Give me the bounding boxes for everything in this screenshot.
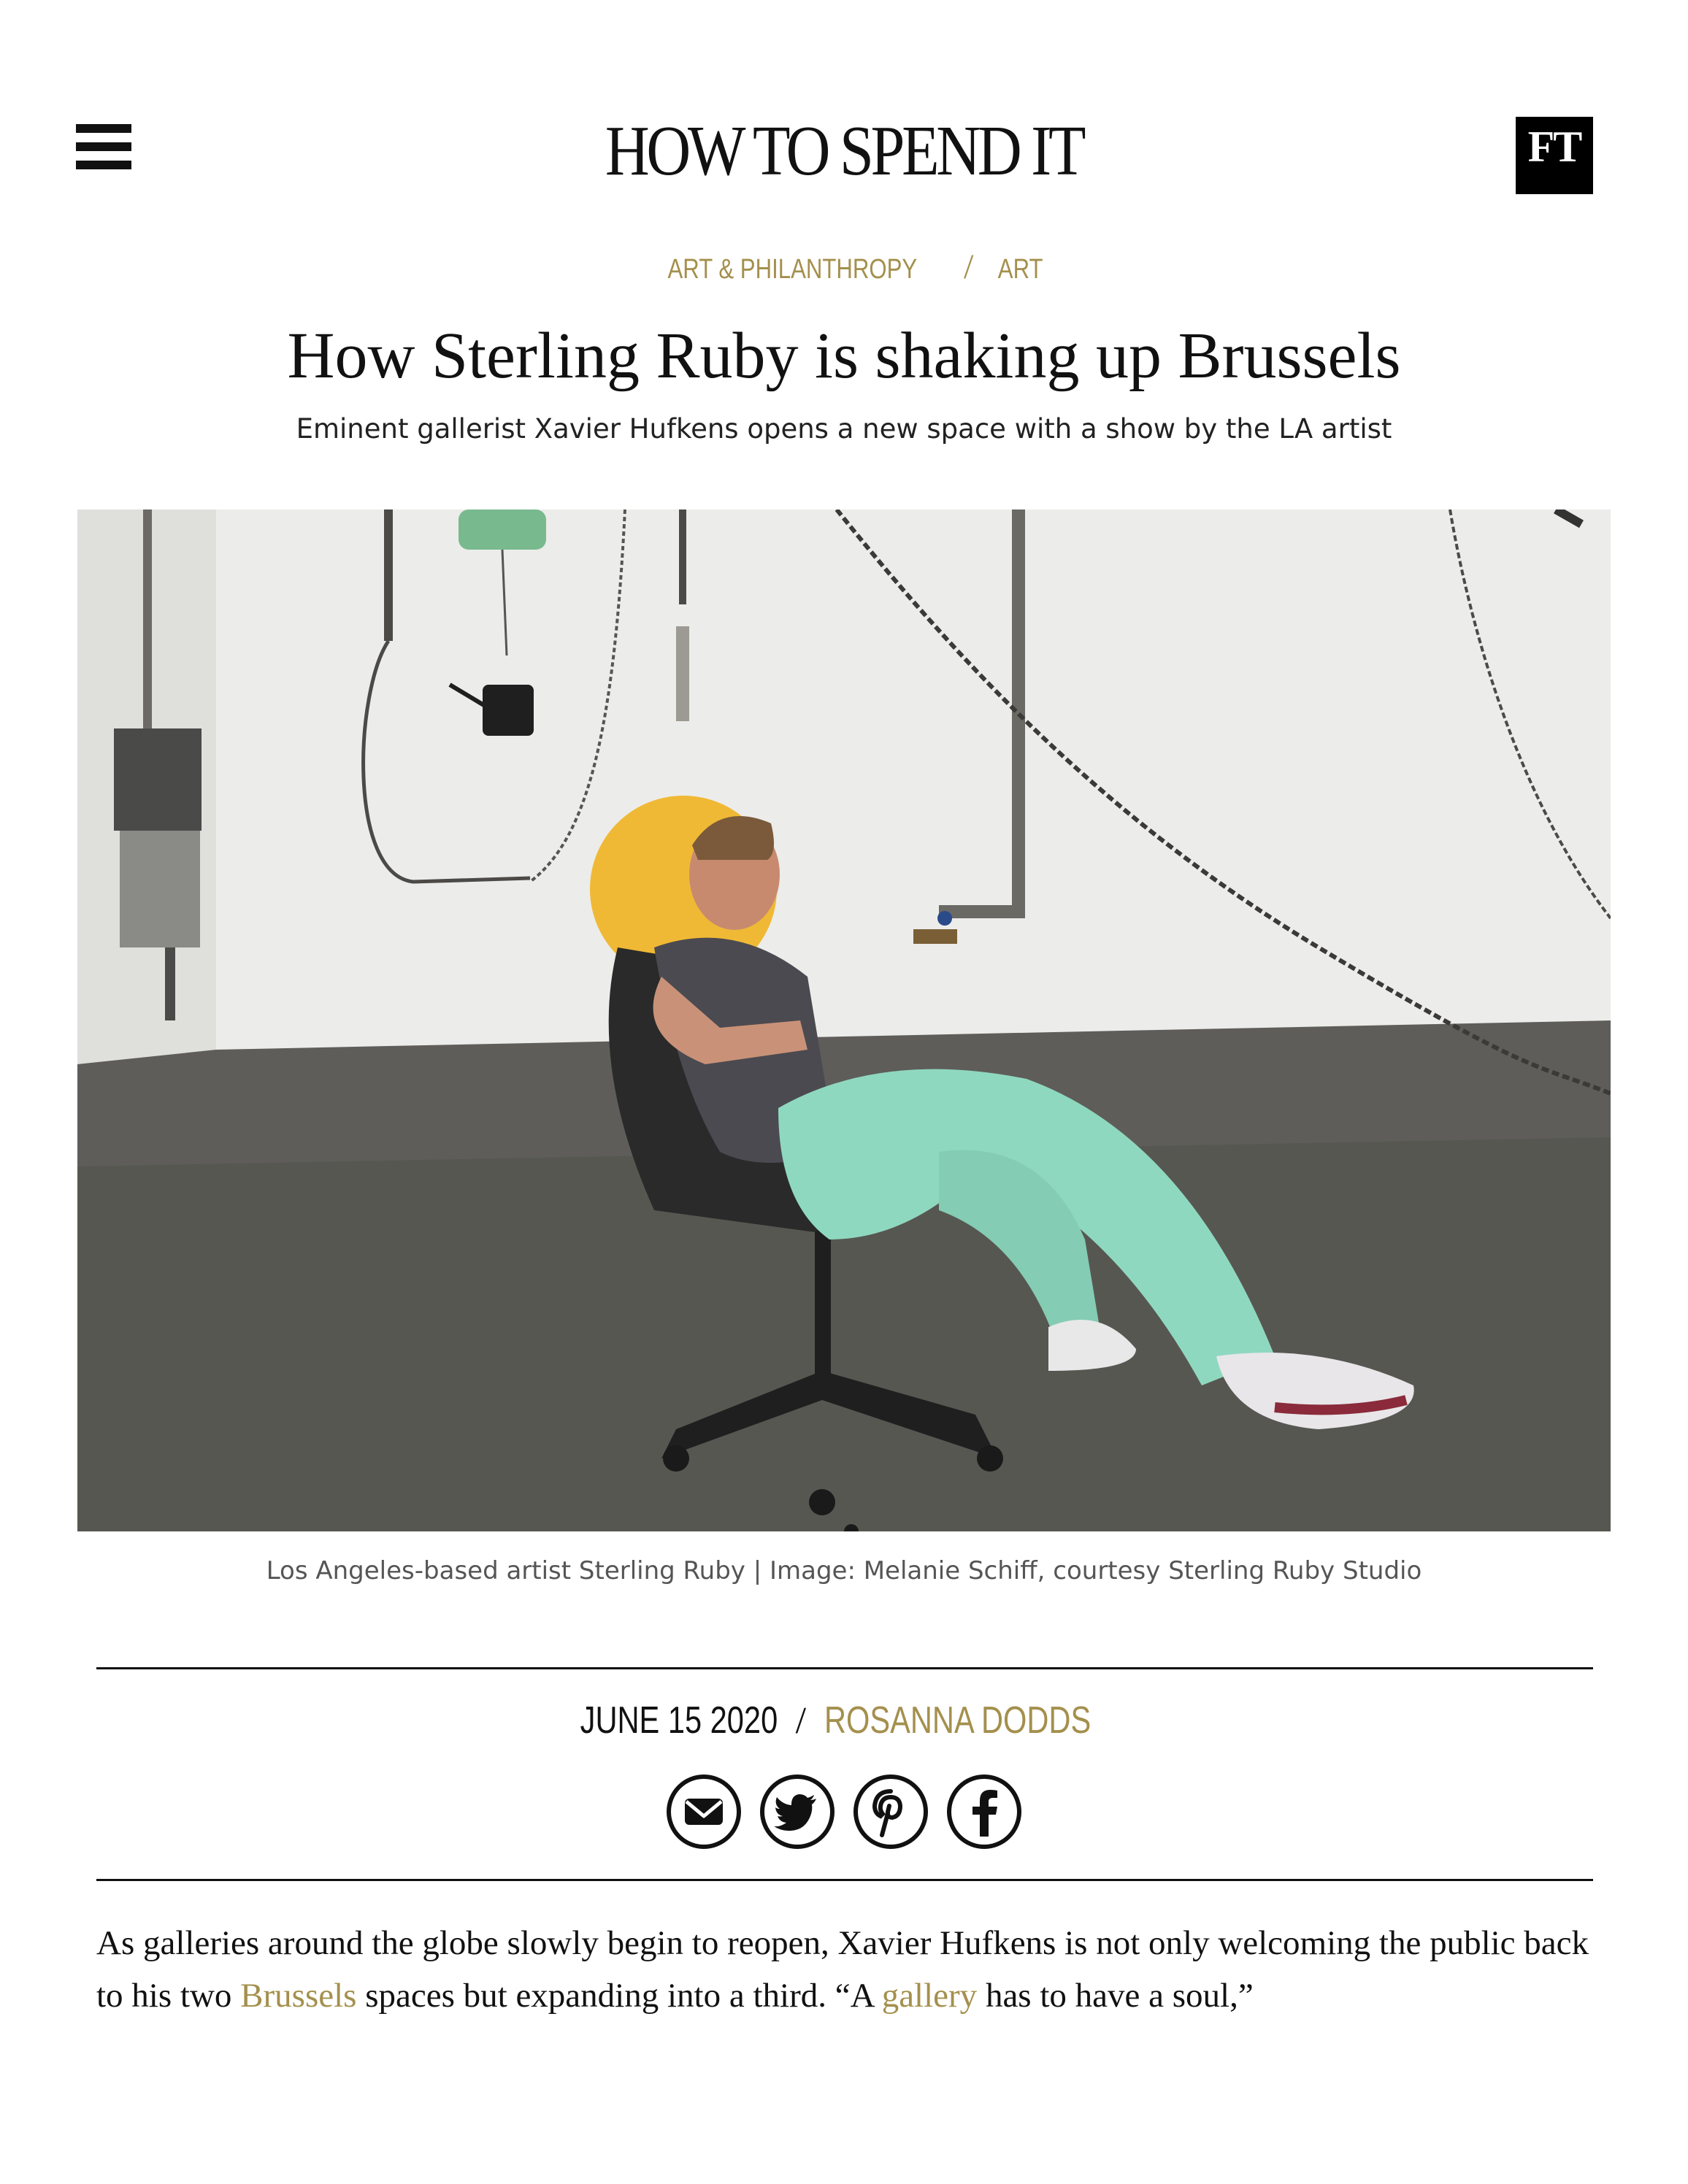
ft-logo[interactable]: FT <box>1516 117 1593 194</box>
image-caption: Los Angeles-based artist Sterling Ruby |… <box>266 1556 1422 1585</box>
facebook-icon[interactable] <box>946 1774 1022 1850</box>
twitter-icon[interactable] <box>759 1774 835 1850</box>
byline: JUNE 15 2020 / ROSANNA DODDS <box>0 1695 1688 1747</box>
divider <box>96 1667 1593 1669</box>
breadcrumb: ART & PHILANTHROPY / ART <box>0 247 1688 290</box>
article-title: How Sterling Ruby is shaking up Brussels <box>287 320 1401 392</box>
breadcrumb-item-art-philanthropy[interactable]: ART & PHILANTHROPY <box>667 249 917 290</box>
hero-image <box>77 510 1611 1531</box>
divider <box>96 1879 1593 1881</box>
breadcrumb-separator: / <box>964 247 974 286</box>
article-body-paragraph: As galleries around the globe slowly beg… <box>96 1917 1600 2022</box>
article-standfirst: Eminent gallerist Xavier Hufkens opens a… <box>296 413 1392 445</box>
byline-separator: / <box>795 1700 807 1742</box>
link-brussels[interactable]: Brussels <box>240 1977 356 2015</box>
publish-date: JUNE 15 2020 <box>580 1699 778 1742</box>
author-link[interactable]: ROSANNA DODDS <box>824 1695 1091 1746</box>
pinterest-icon[interactable] <box>853 1774 929 1850</box>
email-icon[interactable] <box>666 1774 742 1850</box>
breadcrumb-item-art[interactable]: ART <box>998 249 1043 290</box>
link-gallery[interactable]: gallery <box>882 1977 978 2015</box>
body-text-segment: spaces but expanding into a third. “A <box>356 1977 882 2015</box>
share-buttons <box>0 1774 1688 1854</box>
site-masthead[interactable]: HOW TO SPEND IT <box>118 111 1570 191</box>
body-text-segment: has to have a soul,” <box>977 1977 1254 2015</box>
